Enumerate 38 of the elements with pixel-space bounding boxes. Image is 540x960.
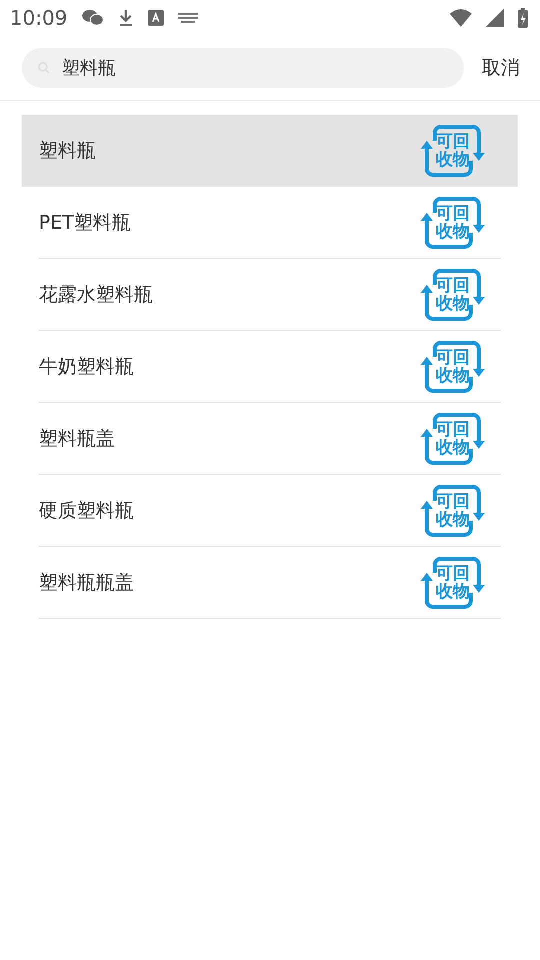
- recyclable-label: 可回收物: [435, 132, 471, 168]
- cancel-button[interactable]: 取消: [482, 55, 520, 81]
- recyclable-label: 可回收物: [435, 564, 471, 600]
- result-item[interactable]: 牛奶塑料瓶 可回收物: [22, 331, 518, 403]
- item-name: 塑料瓶: [39, 138, 96, 164]
- recycle-frame-icon: [421, 482, 485, 538]
- recycle-frame-icon: [421, 338, 485, 394]
- recycle-frame-icon: [421, 122, 485, 178]
- search-field[interactable]: 塑料瓶: [22, 48, 464, 88]
- recyclable-label: 可回收物: [435, 492, 471, 528]
- recyclable-label: 可回收物: [435, 348, 471, 384]
- recyclable-label: 可回收物: [435, 204, 471, 240]
- recycle-frame-icon: [421, 554, 485, 610]
- keyboard-app-icon: [148, 10, 164, 26]
- keyboard-icon: [178, 12, 198, 24]
- recyclable-label: 可回收物: [435, 420, 471, 456]
- recycle-frame-icon: [421, 266, 485, 322]
- item-name: 硬质塑料瓶: [39, 498, 134, 524]
- recycle-frame-icon: [421, 194, 485, 250]
- item-name: 花露水塑料瓶: [39, 282, 153, 308]
- wifi-icon: [450, 9, 472, 27]
- result-item[interactable]: 花露水塑料瓶 可回收物: [22, 259, 518, 331]
- chat-bubbles-icon: [82, 9, 104, 27]
- item-name: 塑料瓶盖: [39, 426, 115, 452]
- result-item[interactable]: 塑料瓶 可回收物: [22, 115, 518, 187]
- download-icon: [118, 9, 134, 27]
- result-item[interactable]: 塑料瓶瓶盖 可回收物: [22, 547, 518, 619]
- battery-icon: [518, 8, 528, 28]
- result-item[interactable]: 硬质塑料瓶 可回收物: [22, 475, 518, 547]
- result-item[interactable]: 塑料瓶盖 可回收物: [22, 403, 518, 475]
- item-name: 塑料瓶瓶盖: [39, 570, 134, 596]
- result-item[interactable]: PET塑料瓶 可回收物: [22, 187, 518, 259]
- recycle-frame-icon: [421, 410, 485, 466]
- item-name: PET塑料瓶: [39, 210, 132, 236]
- item-name: 牛奶塑料瓶: [39, 354, 134, 380]
- signal-icon: [486, 9, 504, 27]
- status-time: 10:09: [10, 6, 68, 30]
- recyclable-label: 可回收物: [435, 276, 471, 312]
